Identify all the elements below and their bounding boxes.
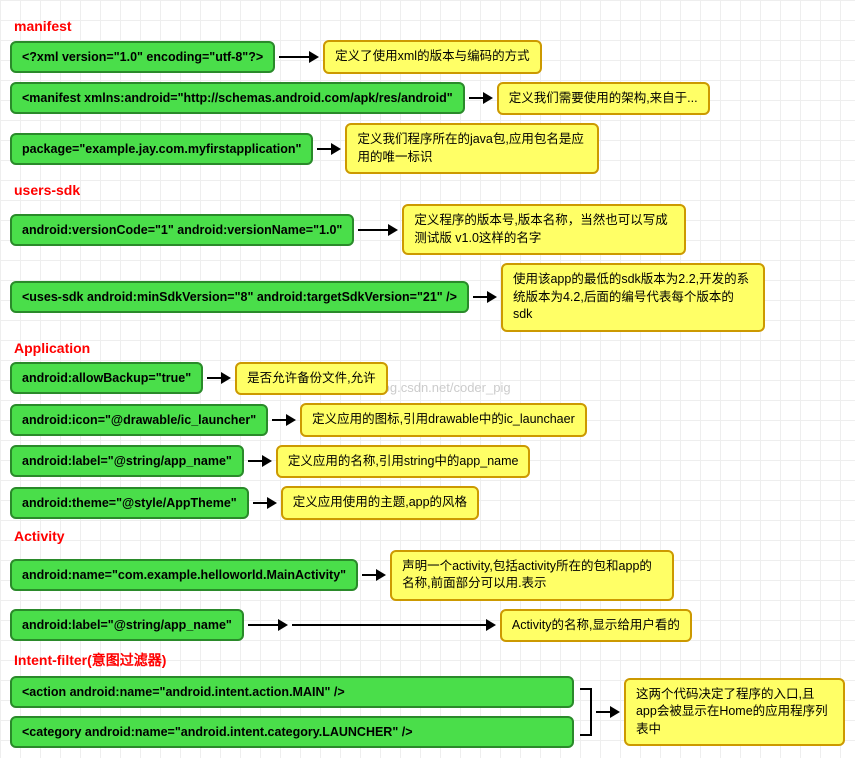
theme-desc: 定义应用使用的主题,app的风格 [281,486,479,520]
arrow-icon [317,143,341,155]
label-box: android:label="@string/app_name" [10,445,244,477]
action-box: <action android:name="android.intent.act… [10,676,574,708]
arrow-icon [473,291,497,303]
category-box: <category android:name="android.intent.c… [10,716,574,748]
arrow-icon [358,224,398,236]
arrow-icon [253,497,277,509]
xml-declaration-box: <?xml version="1.0" encoding="utf-8"?> [10,41,275,73]
section-activity: Activity [14,528,845,544]
join-bracket [580,688,592,736]
theme-box: android:theme="@style/AppTheme" [10,487,249,519]
uses-sdk-desc: 使用该app的最低的sdk版本为2.2,开发的系统版本为4.2,后面的编号代表每… [501,263,765,332]
package-box: package="example.jay.com.myfirstapplicat… [10,133,313,165]
activity-label-box: android:label="@string/app_name" [10,609,244,641]
arrow-icon [248,619,288,631]
arrow-icon [469,92,493,104]
manifest-tag-box: <manifest xmlns:android="http://schemas.… [10,82,465,114]
arrow-icon [472,619,496,631]
section-application: Application [14,340,845,356]
arrow-icon [596,706,620,718]
arrow-icon [272,414,296,426]
label-desc: 定义应用的名称,引用string中的app_name [276,445,531,479]
intent-filter-desc: 这两个代码决定了程序的入口,且app会被显示在Home的应用程序列表中 [624,678,845,747]
uses-sdk-box: <uses-sdk android:minSdkVersion="8" andr… [10,281,469,313]
version-desc: 定义程序的版本号,版本名称，当然也可以写成测试版 v1.0这样的名字 [402,204,686,255]
icon-desc: 定义应用的图标,引用drawable中的ic_launchaer [300,403,587,437]
section-users-sdk: users-sdk [14,182,845,198]
arrow-icon [362,569,386,581]
section-intent-filter: Intent-filter(意图过滤器) [14,650,845,670]
allow-backup-box: android:allowBackup="true" [10,362,203,394]
version-box: android:versionCode="1" android:versionN… [10,214,354,246]
package-desc: 定义我们程序所在的java包,应用包名是应用的唯一标识 [345,123,599,174]
icon-box: android:icon="@drawable/ic_launcher" [10,404,268,436]
arrow-icon [207,372,231,384]
activity-name-desc: 声明一个activity,包括activity所在的包和app的名称,前面部分可… [390,550,674,601]
activity-label-desc: Activity的名称,显示给用户看的 [500,609,692,643]
section-manifest: manifest [14,18,845,34]
activity-name-box: android:name="com.example.helloworld.Mai… [10,559,358,591]
arrow-icon [279,51,319,63]
arrow-icon [248,455,272,467]
xml-declaration-desc: 定义了使用xml的版本与编码的方式 [323,40,541,74]
manifest-tag-desc: 定义我们需要使用的架构,来自于... [497,82,710,116]
allow-backup-desc: 是否允许备份文件,允许 [235,362,387,396]
